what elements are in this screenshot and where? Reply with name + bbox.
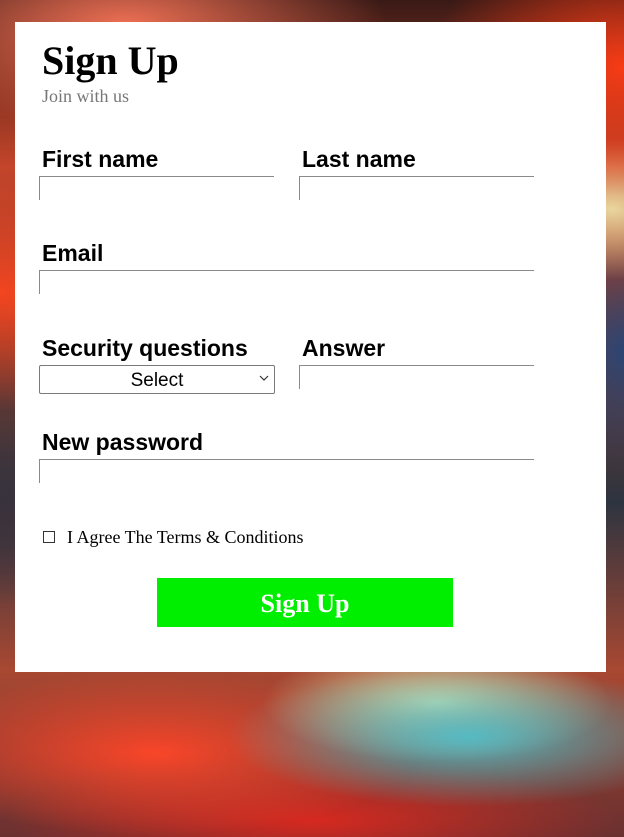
security-question-select-value: Select <box>130 370 184 391</box>
answer-label: Answer <box>302 335 386 361</box>
sign-up-button[interactable]: Sign Up <box>157 578 453 627</box>
answer-field[interactable] <box>299 365 534 389</box>
new-password-label: New password <box>42 429 204 455</box>
email-field[interactable] <box>39 270 534 294</box>
new-password-field[interactable] <box>39 459 534 483</box>
security-questions-label: Security questions <box>42 335 248 361</box>
signup-card: Sign Up Join with us First name Last nam… <box>15 22 606 672</box>
terms-label: I Agree The Terms & Conditions <box>67 526 304 547</box>
page-subtitle: Join with us <box>42 86 130 106</box>
last-name-field[interactable] <box>299 176 534 200</box>
email-label: Email <box>42 240 104 266</box>
first-name-label: First name <box>42 146 159 172</box>
last-name-label: Last name <box>302 146 416 172</box>
security-question-select[interactable]: Select <box>39 365 275 394</box>
page-title: Sign Up <box>42 38 179 83</box>
terms-agreement[interactable]: I Agree The Terms & Conditions <box>43 526 304 548</box>
first-name-field[interactable] <box>39 176 274 200</box>
terms-checkbox[interactable] <box>43 531 55 543</box>
chevron-down-icon <box>259 375 269 381</box>
